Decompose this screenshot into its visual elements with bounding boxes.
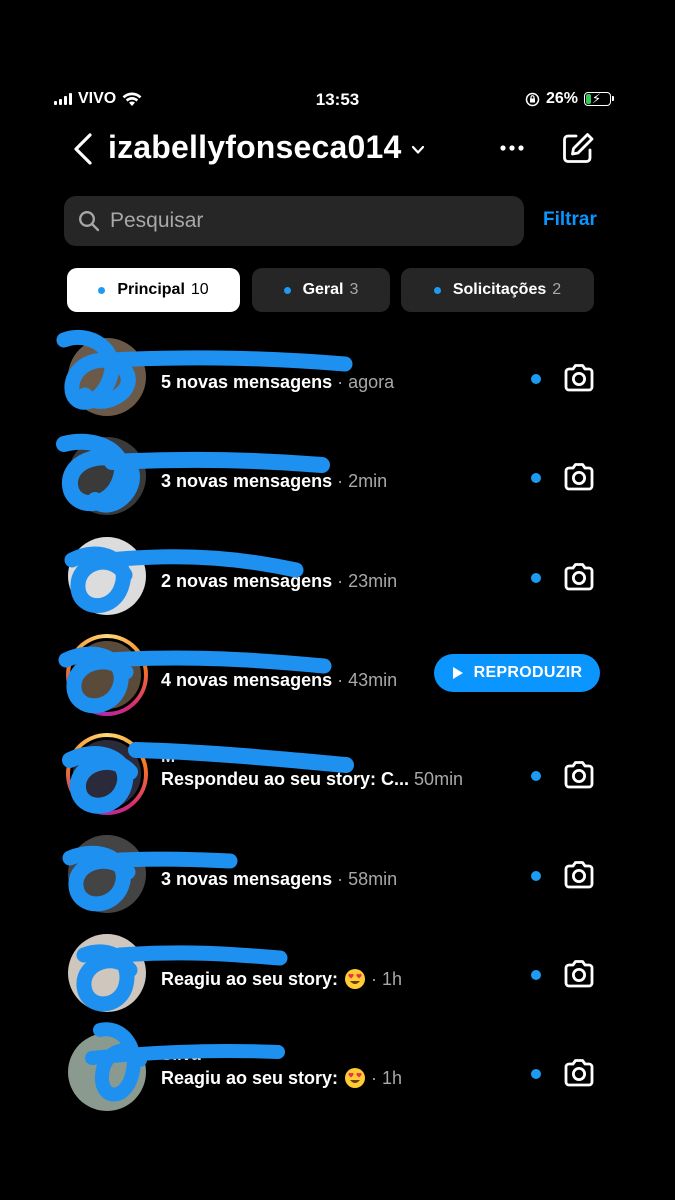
search-input[interactable] (110, 209, 490, 233)
unread-dot (531, 473, 541, 483)
more-options-icon[interactable] (496, 134, 528, 162)
conversation-row[interactable]: 4 novas mensagens · 43min REPRODUZIR (0, 630, 675, 726)
preview-text: 2 novas mensagens (161, 571, 333, 591)
avatar[interactable] (66, 1031, 148, 1113)
tab-count: 3 (349, 281, 359, 298)
conversation-name: Silva (161, 1045, 201, 1064)
conversation-preview: Respondeu ao seu story: C... 50min (161, 769, 463, 790)
preview-text: 5 novas mensagens (161, 372, 333, 392)
conversation-row[interactable]: 5 novas mensagens · agora (0, 332, 675, 428)
conversation-preview: Reagiu ao seu story: · 1h (161, 1067, 402, 1089)
filter-button[interactable]: Filtrar (543, 209, 597, 231)
tab-label: Principal (117, 281, 185, 298)
play-label: REPRODUZIR (473, 664, 583, 681)
unread-dot (531, 871, 541, 881)
tab-label: Geral (302, 281, 344, 298)
camera-icon[interactable] (561, 857, 597, 893)
timestamp: · 1h (371, 1067, 403, 1088)
tab-count: 10 (190, 281, 209, 298)
tab-principal[interactable]: Principal 10 (67, 268, 240, 312)
preview-text: 4 novas mensagens (161, 670, 333, 690)
back-icon[interactable] (70, 132, 98, 166)
conversation-row[interactable]: Reagiu ao seu story: · 1h (0, 928, 675, 1024)
avatar[interactable] (66, 535, 148, 617)
unread-dot (531, 970, 541, 980)
timestamp: 50min (414, 769, 464, 789)
timestamp: · 23min (337, 571, 398, 591)
status-bar: VIVO 13:53 26% ⚡ (0, 86, 675, 114)
avatar[interactable] (66, 634, 148, 716)
camera-icon[interactable] (561, 360, 597, 396)
conversation-name: M (161, 747, 176, 766)
unread-dot (531, 771, 541, 781)
preview-text: 3 novas mensagens (161, 869, 333, 889)
tab-count: 2 (552, 281, 562, 298)
account-switcher[interactable]: izabellyfonseca014 (108, 129, 426, 166)
conversation-row[interactable]: Silva Reagiu ao seu story: · 1h (0, 1027, 675, 1123)
preview-text: Reagiu ao seu story: (161, 968, 339, 989)
tab-solicitacoes[interactable]: Solicitações 2 (401, 268, 594, 312)
camera-icon[interactable] (561, 559, 597, 595)
page-title: izabellyfonseca014 (108, 129, 402, 165)
conversation-preview: 2 novas mensagens · 23min (161, 571, 397, 592)
tab-dot (98, 286, 106, 294)
avatar[interactable] (66, 833, 148, 915)
chevron-down-icon (411, 145, 424, 154)
play-button[interactable]: REPRODUZIR (434, 654, 600, 692)
header: izabellyfonseca014 (0, 124, 675, 174)
unread-dot (531, 1069, 541, 1079)
preview-text: Respondeu ao seu story: C... (161, 769, 410, 789)
conversation-row[interactable]: 3 novas mensagens · 58min (0, 829, 675, 925)
heart-eyes-emoji-icon (345, 969, 366, 989)
conversation-preview: 3 novas mensagens · 2min (161, 471, 387, 492)
avatar[interactable] (66, 733, 148, 815)
tab-label: Solicitações (452, 281, 547, 298)
avatar[interactable] (66, 932, 148, 1014)
search-bar[interactable] (64, 196, 524, 246)
status-right: 26% ⚡ (525, 90, 614, 108)
preview-text: 3 novas mensagens (161, 471, 333, 491)
unread-dot (531, 374, 541, 384)
battery-percent: 26% (545, 90, 578, 107)
conversation-row[interactable]: 3 novas mensagens · 2min (0, 431, 675, 527)
unread-dot (531, 573, 541, 583)
conversation-preview: 5 novas mensagens · agora (161, 372, 394, 393)
camera-icon[interactable] (561, 459, 597, 495)
conversation-preview: 3 novas mensagens · 58min (161, 869, 397, 890)
camera-icon[interactable] (561, 956, 597, 992)
camera-icon[interactable] (561, 1055, 597, 1091)
orientation-lock-icon (525, 92, 540, 106)
heart-eyes-emoji-icon (345, 1068, 366, 1088)
avatar[interactable] (66, 435, 148, 517)
battery-charging-icon: ⚡ (584, 91, 614, 106)
play-icon (452, 667, 463, 679)
avatar[interactable] (66, 336, 148, 418)
camera-icon[interactable] (561, 757, 597, 793)
tab-dot (283, 286, 291, 294)
preview-text: Reagiu ao seu story: (161, 1067, 339, 1088)
tab-geral[interactable]: Geral 3 (252, 268, 390, 312)
timestamp: · agora (337, 372, 395, 392)
conversation-preview: 4 novas mensagens · 43min (161, 670, 397, 691)
timestamp: · 2min (337, 471, 388, 491)
timestamp: · 58min (337, 869, 398, 889)
conversation-row[interactable]: 2 novas mensagens · 23min (0, 531, 675, 627)
timestamp: · 43min (337, 670, 398, 690)
tab-dot (433, 286, 441, 294)
conversation-preview: Reagiu ao seu story: · 1h (161, 968, 402, 990)
timestamp: · 1h (371, 968, 403, 989)
search-icon (79, 211, 100, 232)
conversation-row[interactable]: M Respondeu ao seu story: C... 50min (0, 729, 675, 825)
new-message-icon[interactable] (560, 130, 596, 166)
